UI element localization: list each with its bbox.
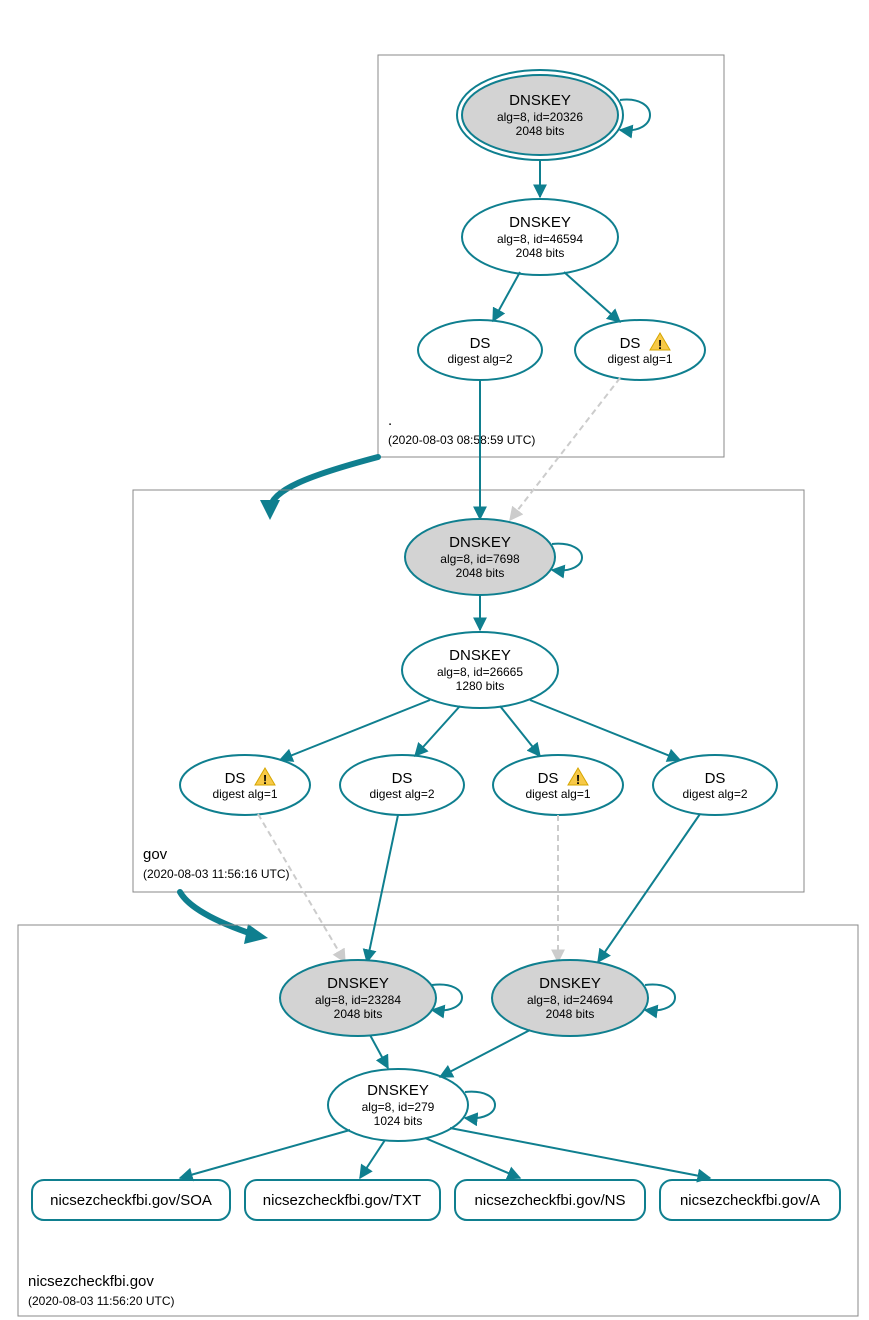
- zone-gov-time: (2020-08-03 11:56:16 UTC): [143, 867, 290, 881]
- svg-text:DNSKEY: DNSKEY: [449, 647, 511, 664]
- svg-text:DNSKEY: DNSKEY: [539, 975, 601, 992]
- svg-text:!: !: [576, 772, 580, 787]
- zone-root-label: .: [388, 412, 392, 429]
- node-rr-txt: nicsezcheckfbi.gov/TXT: [245, 1180, 440, 1220]
- edge-leaf-zsk-txt: [360, 1140, 385, 1178]
- zone-leaf-label: nicsezcheckfbi.gov: [28, 1273, 154, 1290]
- svg-text:2048 bits: 2048 bits: [516, 246, 565, 260]
- node-rr-soa: nicsezcheckfbi.gov/SOA: [32, 1180, 230, 1220]
- svg-text:!: !: [263, 772, 267, 787]
- zone-arrow-root-gov: [270, 457, 378, 510]
- self-loop-icon: [620, 100, 650, 131]
- node-gov-ksk: DNSKEY alg=8, id=7698 2048 bits: [405, 519, 582, 595]
- zone-gov-label: gov: [143, 846, 168, 863]
- svg-text:2048 bits: 2048 bits: [456, 566, 505, 580]
- svg-text:nicsezcheckfbi.gov/A: nicsezcheckfbi.gov/A: [680, 1192, 820, 1209]
- svg-text:alg=8, id=7698: alg=8, id=7698: [440, 552, 520, 566]
- node-gov-ds1a: DS ! digest alg=1: [180, 755, 310, 815]
- svg-text:nicsezcheckfbi.gov/TXT: nicsezcheckfbi.gov/TXT: [263, 1192, 421, 1209]
- node-leaf-ksk1: DNSKEY alg=8, id=23284 2048 bits: [280, 960, 462, 1036]
- node-gov-ds1b: DS ! digest alg=1: [493, 755, 623, 815]
- svg-text:DS: DS: [225, 770, 246, 787]
- node-root-ksk: DNSKEY alg=8, id=20326 2048 bits: [457, 70, 650, 160]
- node-root-zsk: DNSKEY alg=8, id=46594 2048 bits: [462, 199, 618, 275]
- svg-text:alg=8, id=279: alg=8, id=279: [362, 1100, 435, 1114]
- svg-text:DNSKEY: DNSKEY: [367, 1082, 429, 1099]
- svg-text:DS: DS: [620, 335, 641, 352]
- zone-arrow-gov-leaf: [180, 892, 255, 935]
- svg-text:alg=8, id=26665: alg=8, id=26665: [437, 665, 523, 679]
- edge-leaf-ksk1-zsk: [370, 1035, 388, 1068]
- svg-text:DNSKEY: DNSKEY: [327, 975, 389, 992]
- node-leaf-ksk2: DNSKEY alg=8, id=24694 2048 bits: [492, 960, 675, 1036]
- edge-root-ds1-gov-ksk: [510, 378, 620, 520]
- svg-text:DNSKEY: DNSKEY: [449, 534, 511, 551]
- svg-text:digest alg=2: digest alg=2: [369, 787, 434, 801]
- edge-gov-zsk-ds1a: [280, 700, 430, 760]
- edge-leaf-zsk-a: [450, 1128, 710, 1178]
- self-loop-icon: [552, 544, 582, 571]
- edge-gov-zsk-ds2a: [415, 706, 460, 756]
- edge-gov-ds2a-leaf-ksk1: [367, 815, 398, 962]
- edge-leaf-ksk2-zsk: [440, 1030, 530, 1077]
- edge-gov-zsk-ds2b: [530, 700, 680, 760]
- edge-gov-ds1a-leaf-ksk1: [258, 814, 345, 962]
- edge-leaf-zsk-soa: [180, 1130, 350, 1178]
- svg-text:DS: DS: [392, 770, 413, 787]
- edge-gov-ds2b-leaf-ksk2: [598, 814, 700, 962]
- dnssec-diagram: . (2020-08-03 08:58:59 UTC) DNSKEY alg=8…: [0, 0, 869, 1320]
- svg-text:nicsezcheckfbi.gov/NS: nicsezcheckfbi.gov/NS: [475, 1192, 626, 1209]
- svg-text:digest alg=2: digest alg=2: [682, 787, 747, 801]
- node-rr-a: nicsezcheckfbi.gov/A: [660, 1180, 840, 1220]
- edge-gov-zsk-ds1b: [500, 706, 540, 756]
- svg-text:!: !: [658, 337, 662, 352]
- node-root-ds2: DS digest alg=2: [418, 320, 542, 380]
- node-gov-ds2b: DS digest alg=2: [653, 755, 777, 815]
- svg-text:alg=8, id=23284: alg=8, id=23284: [315, 993, 401, 1007]
- zone-leaf-time: (2020-08-03 11:56:20 UTC): [28, 1294, 175, 1308]
- svg-text:digest alg=1: digest alg=1: [607, 352, 672, 366]
- svg-text:alg=8, id=46594: alg=8, id=46594: [497, 232, 583, 246]
- node-gov-ds2a: DS digest alg=2: [340, 755, 464, 815]
- svg-text:nicsezcheckfbi.gov/SOA: nicsezcheckfbi.gov/SOA: [50, 1192, 212, 1209]
- svg-text:2048 bits: 2048 bits: [516, 124, 565, 138]
- edge-leaf-zsk-ns: [425, 1138, 520, 1178]
- edge-root-zsk-ds1: [564, 272, 620, 322]
- node-rr-ns: nicsezcheckfbi.gov/NS: [455, 1180, 645, 1220]
- svg-text:DNSKEY: DNSKEY: [509, 92, 571, 109]
- svg-text:DS: DS: [538, 770, 559, 787]
- node-leaf-zsk: DNSKEY alg=8, id=279 1024 bits: [328, 1069, 495, 1141]
- svg-text:digest alg=1: digest alg=1: [212, 787, 277, 801]
- svg-text:alg=8, id=20326: alg=8, id=20326: [497, 110, 583, 124]
- svg-text:alg=8, id=24694: alg=8, id=24694: [527, 993, 613, 1007]
- edge-root-zsk-ds2: [493, 272, 520, 321]
- svg-text:digest alg=2: digest alg=2: [447, 352, 512, 366]
- svg-text:1024 bits: 1024 bits: [374, 1114, 423, 1128]
- svg-text:digest alg=1: digest alg=1: [525, 787, 590, 801]
- svg-text:DNSKEY: DNSKEY: [509, 214, 571, 231]
- svg-text:DS: DS: [705, 770, 726, 787]
- svg-text:2048 bits: 2048 bits: [546, 1007, 595, 1021]
- self-loop-icon: [465, 1092, 495, 1119]
- svg-text:DS: DS: [470, 335, 491, 352]
- node-root-ds1: DS ! digest alg=1: [575, 320, 705, 380]
- node-gov-zsk: DNSKEY alg=8, id=26665 1280 bits: [402, 632, 558, 708]
- zone-root-time: (2020-08-03 08:58:59 UTC): [388, 433, 535, 447]
- svg-text:2048 bits: 2048 bits: [334, 1007, 383, 1021]
- self-loop-icon: [645, 985, 675, 1011]
- svg-text:1280 bits: 1280 bits: [456, 679, 505, 693]
